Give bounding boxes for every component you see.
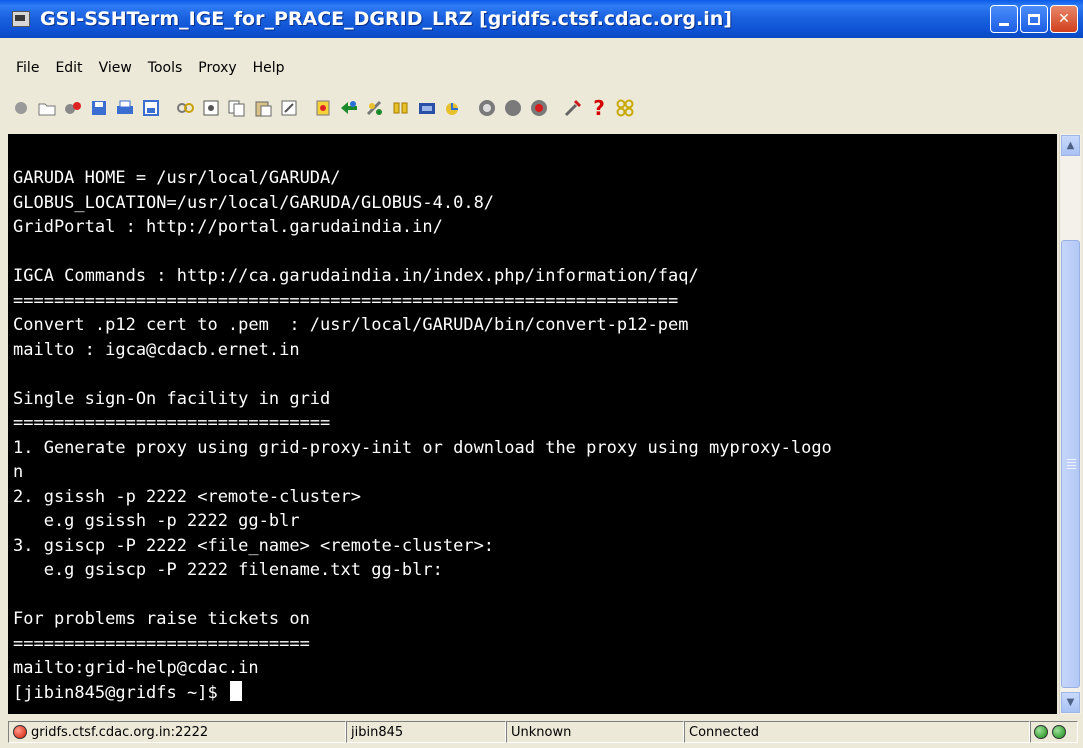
print-preview-icon[interactable]: [140, 97, 162, 119]
help-icon[interactable]: ?: [588, 96, 610, 120]
minimize-icon: [999, 22, 1009, 26]
send-led-icon: [1034, 725, 1048, 739]
chevron-down-icon: ▼: [1066, 697, 1075, 708]
status-leds-cell: [1030, 721, 1078, 743]
settings-icon[interactable]: [200, 97, 222, 119]
status-host-cell: gridfs.ctsf.cdac.org.in:2222: [8, 721, 346, 743]
maximize-icon: [1028, 13, 1040, 25]
terminal-line: mailto:grid-help@cdac.in: [13, 658, 259, 678]
terminal-line: GARUDA HOME = /usr/local/GARUDA/: [13, 168, 341, 188]
terminal-line: e.g gsiscp -P 2222 filename.txt gg-blr:: [13, 560, 443, 580]
status-terminal-type-cell: Unknown: [506, 721, 684, 743]
maximize-button[interactable]: [1020, 5, 1048, 33]
terminal-line: GLOBUS_LOCATION=/usr/local/GARUDA/GLOBUS…: [13, 192, 495, 213]
text-cursor: [229, 680, 242, 701]
menu-help[interactable]: Help: [245, 60, 293, 76]
status-terminal-type: Unknown: [511, 724, 572, 740]
terminal-line: 3. gsiscp -P 2222 <file_name> <remote-cl…: [13, 535, 495, 556]
status-host: gridfs.ctsf.cdac.org.in:2222: [31, 724, 209, 740]
terminal-app-icon: [12, 11, 30, 27]
scroll-down-button[interactable]: ▼: [1061, 692, 1080, 713]
menu-view[interactable]: View: [91, 60, 140, 76]
window-controls: ✕: [990, 5, 1078, 33]
menu-bar: File Edit View Tools Proxy Help: [8, 60, 293, 76]
connect-icon[interactable]: [10, 97, 32, 119]
terminal-line: n: [13, 462, 24, 482]
terminal-output[interactable]: GARUDA HOME = /usr/local/GARUDA/GLOBUS_L…: [8, 134, 1057, 714]
paste-icon[interactable]: [252, 97, 274, 119]
terminal-line: Single sign-On facility in grid: [13, 388, 331, 409]
menu-proxy[interactable]: Proxy: [190, 60, 244, 76]
terminal-prompt-line[interactable]: [jibin845@gridfs ~]$: [13, 680, 1057, 706]
status-user: jibin845: [351, 724, 404, 740]
menu-tools[interactable]: Tools: [140, 60, 191, 76]
terminal-line: ===============================: [13, 413, 331, 433]
proxy-icon[interactable]: [416, 97, 438, 119]
edit-icon[interactable]: [278, 97, 300, 119]
disconnect-icon[interactable]: [62, 97, 84, 119]
sftp-icon[interactable]: [442, 97, 464, 119]
receive-led-icon: [1052, 725, 1066, 739]
status-connection-cell: Connected: [684, 721, 1030, 743]
minimize-button[interactable]: [990, 5, 1018, 33]
wrench-icon[interactable]: [562, 97, 584, 119]
status-user-cell: jibin845: [346, 721, 506, 743]
terminal-line: ========================================…: [13, 290, 679, 311]
scroll-thumb[interactable]: [1061, 240, 1080, 688]
close-button[interactable]: ✕: [1050, 5, 1078, 33]
about-icon[interactable]: [614, 97, 636, 119]
keys-icon[interactable]: [390, 97, 412, 119]
window-title: GSI-SSHTerm_IGE_for_PRACE_DGRID_LRZ [gri…: [40, 8, 732, 30]
chevron-up-icon: ▲: [1066, 140, 1075, 151]
record-dot-icon[interactable]: [528, 97, 550, 119]
print-icon[interactable]: [114, 97, 136, 119]
terminal-line: e.g gsissh -p 2222 gg-blr: [13, 511, 300, 531]
save-icon[interactable]: [88, 97, 110, 119]
toolbar: ?: [0, 88, 1083, 128]
terminal-line: 2. gsissh -p 2222 <remote-cluster>: [13, 486, 361, 507]
terminal-line: For problems raise tickets on: [13, 609, 310, 629]
status-bar: gridfs.ctsf.cdac.org.in:2222 jibin845 Un…: [8, 718, 1083, 746]
menu-edit[interactable]: Edit: [47, 60, 90, 76]
connection-led-icon: [13, 725, 27, 739]
record-icon[interactable]: [312, 97, 334, 119]
status-connection: Connected: [689, 724, 760, 740]
scroll-up-button[interactable]: ▲: [1061, 135, 1080, 156]
title-bar[interactable]: GSI-SSHTerm_IGE_for_PRACE_DGRID_LRZ [gri…: [0, 0, 1083, 38]
terminal-line: IGCA Commands : http://ca.garudaindia.in…: [13, 266, 699, 286]
vertical-scrollbar[interactable]: ▲ ▼: [1059, 134, 1081, 714]
terminal-line: 1. Generate proxy using grid-proxy-init …: [13, 437, 832, 458]
shell-prompt: [jibin845@gridfs ~]$: [13, 682, 228, 703]
stop-icon[interactable]: [502, 97, 524, 119]
tools-icon[interactable]: [364, 97, 386, 119]
terminal-line: mailto : igca@cdacb.ernet.in: [13, 339, 300, 360]
terminal-line: Convert .p12 cert to .pem : /usr/local/G…: [13, 315, 689, 335]
menu-file[interactable]: File: [8, 60, 47, 76]
terminal-line: =============================: [13, 633, 310, 654]
open-icon[interactable]: [36, 97, 58, 119]
terminal-line: GridPortal : http://portal.garudaindia.i…: [13, 217, 443, 237]
network-icon[interactable]: [338, 97, 360, 119]
copy-icon[interactable]: [226, 97, 248, 119]
properties-icon[interactable]: [174, 97, 196, 119]
back-icon[interactable]: [476, 97, 498, 119]
